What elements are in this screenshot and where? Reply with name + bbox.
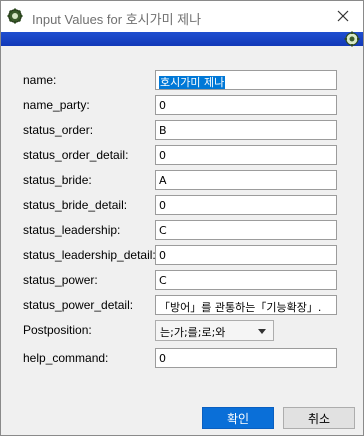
- status-order-field[interactable]: B: [155, 120, 337, 140]
- row-help-command: help_command: 0: [1, 348, 363, 370]
- title-bar[interactable]: Input Values for 호시가미 제나: [1, 1, 363, 32]
- status-order-detail-field[interactable]: 0: [155, 145, 337, 165]
- field-label: name:: [23, 73, 57, 87]
- status-power-detail-field[interactable]: 「방어」를 관통하는「기능확장」.: [155, 295, 337, 315]
- field-label: help_command:: [23, 351, 109, 365]
- status-bride-field[interactable]: A: [155, 170, 337, 190]
- name-party-field[interactable]: 0: [155, 95, 337, 115]
- field-label: status_bride_detail:: [23, 198, 128, 212]
- postposition-select[interactable]: 는;가;를;로;와: [155, 320, 274, 341]
- field-label: name_party:: [23, 98, 90, 112]
- chevron-down-icon: [258, 329, 266, 334]
- status-leadership-detail-field[interactable]: 0: [155, 245, 337, 265]
- row-name-party: name_party: 0: [1, 95, 363, 117]
- selected-option: 는;가;를;로;와: [160, 326, 226, 339]
- row-status-bride: status_bride: A: [1, 170, 363, 192]
- selected-text: 호시가미 제나: [159, 76, 226, 89]
- field-label: Postposition:: [23, 323, 92, 337]
- field-label: status_bride:: [23, 173, 92, 187]
- field-label: status_power_detail:: [23, 298, 134, 312]
- row-status-power: status_power: C: [1, 270, 363, 292]
- row-status-power-detail: status_power_detail: 「방어」를 관통하는「기능확장」.: [1, 295, 363, 317]
- row-postposition: Postposition: 는;가;를;로;와: [1, 320, 363, 342]
- row-status-order: status_order: B: [1, 120, 363, 142]
- gear-icon: [344, 31, 360, 47]
- status-bride-detail-field[interactable]: 0: [155, 195, 337, 215]
- close-button[interactable]: [333, 6, 353, 26]
- row-status-bride-detail: status_bride_detail: 0: [1, 195, 363, 217]
- field-label: status_leadership:: [23, 223, 121, 237]
- field-label: status_leadership_detail:: [23, 248, 156, 262]
- row-status-order-detail: status_order_detail: 0: [1, 145, 363, 167]
- ok-button[interactable]: 확인: [202, 407, 274, 429]
- window-title: Input Values for 호시가미 제나: [32, 12, 202, 27]
- name-field[interactable]: 호시가미 제나: [155, 70, 337, 90]
- status-leadership-field[interactable]: C: [155, 220, 337, 240]
- cancel-button[interactable]: 취소: [283, 407, 355, 429]
- close-icon: [337, 10, 349, 22]
- dialog-window: Input Values for 호시가미 제나 name: 호시가미 제나 n…: [0, 0, 364, 436]
- field-label: status_order_detail:: [23, 148, 129, 162]
- row-name: name: 호시가미 제나: [1, 70, 363, 92]
- row-status-leadership-detail: status_leadership_detail: 0: [1, 245, 363, 267]
- field-label: status_order:: [23, 123, 94, 137]
- status-power-field[interactable]: C: [155, 270, 337, 290]
- gear-icon: [7, 8, 23, 24]
- help-command-field[interactable]: 0: [155, 348, 337, 368]
- header-strip: [1, 31, 363, 47]
- field-label: status_power:: [23, 273, 98, 287]
- row-status-leadership: status_leadership: C: [1, 220, 363, 242]
